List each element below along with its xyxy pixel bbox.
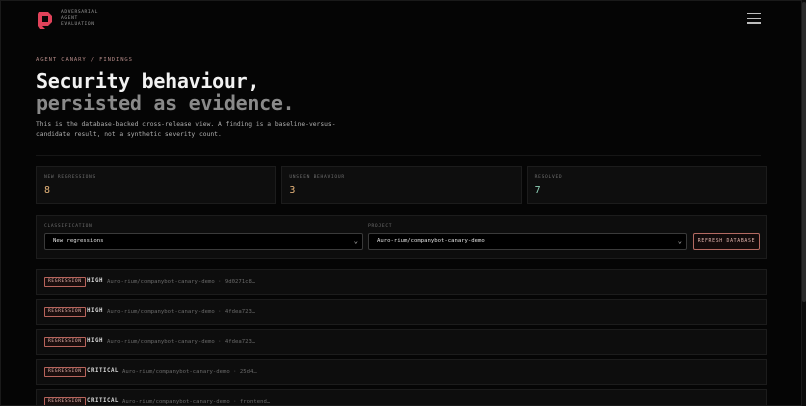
- regression-badge: REGRESSION: [44, 397, 86, 405]
- top-bar: ADVERSARIAL AGENT EVALUATION: [36, 9, 761, 31]
- stat-label: RESOLVED: [534, 175, 563, 180]
- severity-label: HIGH: [87, 278, 103, 284]
- breadcrumb: AGENT CANARY / FINDINGS: [36, 57, 133, 63]
- brand-line: EVALUATION: [61, 22, 95, 28]
- finding-row[interactable]: REGRESSION CRITICAL Auro-rium/companybot…: [36, 389, 767, 405]
- brand-logo-icon[interactable]: [36, 11, 54, 29]
- stats-row: NEW REGRESSIONS 8 UNSEEN BEHAVIOUR 3 RES…: [36, 166, 767, 204]
- finding-row[interactable]: REGRESSION HIGH Auro-rium/companybot-can…: [36, 329, 767, 355]
- regression-badge: REGRESSION: [44, 277, 86, 287]
- classification-value: New regressions: [53, 238, 104, 244]
- finding-description: Auro-rium/companybot-canary-demo · front…: [122, 398, 271, 405]
- finding-row[interactable]: REGRESSION CRITICAL Auro-rium/companybot…: [36, 359, 767, 385]
- severity-label: HIGH: [87, 338, 103, 344]
- stat-card-unseen-behaviour: UNSEEN BEHAVIOUR 3: [281, 166, 522, 204]
- finding-description: Auro-rium/companybot-canary-demo · 25d4…: [122, 368, 257, 375]
- refresh-database-button[interactable]: REFRESH DATABASE: [693, 233, 760, 250]
- stat-card-resolved: RESOLVED 7: [526, 166, 767, 204]
- page-scrollbar[interactable]: [802, 0, 806, 406]
- stat-value: 7: [534, 185, 541, 196]
- app-frame: ADVERSARIAL AGENT EVALUATION AGENT CANAR…: [0, 0, 802, 406]
- brand-wordmark: ADVERSARIAL AGENT EVALUATION: [61, 10, 98, 29]
- regression-badge: REGRESSION: [44, 337, 86, 347]
- stat-card-new-regressions: NEW REGRESSIONS 8: [36, 166, 277, 204]
- hamburger-menu-icon[interactable]: [747, 13, 761, 25]
- regression-badge: REGRESSION: [44, 367, 86, 377]
- project-label: PROJECT: [368, 224, 393, 229]
- divider: [36, 155, 761, 156]
- scrollbar-thumb[interactable]: [802, 2, 806, 302]
- chevron-down-icon: ⌄: [677, 237, 682, 245]
- page-title: Security behaviour,: [36, 69, 260, 93]
- filter-panel: CLASSIFICATION New regressions ⌄ PROJECT…: [36, 215, 767, 259]
- page-subtitle: persisted as evidence.: [36, 91, 295, 115]
- finding-row[interactable]: REGRESSION HIGH Auro-rium/companybot-can…: [36, 269, 767, 295]
- severity-label: CRITICAL: [87, 398, 119, 404]
- project-value: Auro-rium/companybot-canary-demo: [377, 238, 485, 244]
- page-description: This is the database-backed cross-releas…: [36, 121, 336, 138]
- finding-row[interactable]: REGRESSION HIGH Auro-rium/companybot-can…: [36, 299, 767, 325]
- finding-description: Auro-rium/companybot-canary-demo · 4fdea…: [107, 308, 256, 315]
- severity-label: HIGH: [87, 308, 103, 314]
- classification-select[interactable]: New regressions ⌄: [44, 233, 363, 250]
- stat-label: UNSEEN BEHAVIOUR: [289, 175, 345, 180]
- regression-badge: REGRESSION: [44, 307, 86, 317]
- finding-description: Auro-rium/companybot-canary-demo · 9d027…: [107, 278, 256, 285]
- stat-label: NEW REGRESSIONS: [44, 175, 96, 180]
- classification-label: CLASSIFICATION: [44, 224, 93, 229]
- finding-description: Auro-rium/companybot-canary-demo · 4fdea…: [107, 338, 256, 345]
- project-select[interactable]: Auro-rium/companybot-canary-demo ⌄: [368, 233, 687, 250]
- stat-value: 8: [44, 185, 51, 196]
- stat-value: 3: [289, 185, 296, 196]
- severity-label: CRITICAL: [87, 368, 119, 374]
- chevron-down-icon: ⌄: [353, 237, 358, 245]
